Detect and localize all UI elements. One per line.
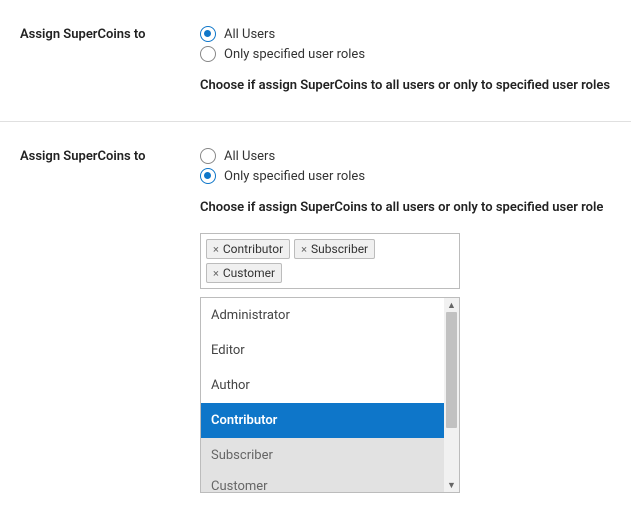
assign-section-all: Assign SuperCoins to All Users Only spec… — [0, 0, 631, 122]
field-label: Assign SuperCoins to — [20, 26, 200, 42]
option-editor[interactable]: Editor — [201, 333, 444, 368]
tag-contributor[interactable]: × Contributor — [206, 239, 290, 259]
radio-label: All Users — [224, 27, 275, 42]
radio-icon — [200, 46, 216, 62]
tag-label: Customer — [223, 266, 275, 280]
radio-label: All Users — [224, 149, 275, 164]
tag-label: Subscriber — [311, 242, 368, 256]
role-multiselect[interactable]: × Contributor × Subscriber × Customer — [200, 233, 460, 289]
radio-label: Only specified user roles — [224, 47, 365, 62]
option-contributor[interactable]: Contributor — [201, 403, 444, 438]
tag-customer[interactable]: × Customer — [206, 263, 282, 283]
scrollbar[interactable]: ▲ ▼ — [444, 298, 459, 492]
radio-all-users[interactable]: All Users — [200, 148, 611, 164]
scroll-down-icon[interactable]: ▼ — [444, 478, 459, 492]
radio-icon — [200, 168, 216, 184]
radio-icon — [200, 148, 216, 164]
option-customer[interactable]: Customer — [201, 473, 444, 492]
help-text: Choose if assign SuperCoins to all users… — [200, 78, 611, 93]
radio-icon — [200, 26, 216, 42]
radio-all-users[interactable]: All Users — [200, 26, 611, 42]
radio-specified-roles[interactable]: Only specified user roles — [200, 168, 611, 184]
radio-label: Only specified user roles — [224, 169, 365, 184]
remove-tag-icon[interactable]: × — [213, 268, 219, 279]
option-subscriber[interactable]: Subscriber — [201, 438, 444, 473]
assign-section-roles: Assign SuperCoins to All Users Only spec… — [0, 122, 631, 521]
option-author[interactable]: Author — [201, 368, 444, 403]
remove-tag-icon[interactable]: × — [213, 244, 219, 255]
role-dropdown: Administrator Editor Author Contributor … — [200, 297, 460, 493]
help-text: Choose if assign SuperCoins to all users… — [200, 200, 611, 215]
scroll-thumb[interactable] — [446, 312, 457, 428]
field-label: Assign SuperCoins to — [20, 148, 200, 164]
radio-specified-roles[interactable]: Only specified user roles — [200, 46, 611, 62]
scroll-up-icon[interactable]: ▲ — [444, 298, 459, 312]
remove-tag-icon[interactable]: × — [301, 244, 307, 255]
tag-label: Contributor — [223, 242, 283, 256]
option-administrator[interactable]: Administrator — [201, 298, 444, 333]
tag-subscriber[interactable]: × Subscriber — [294, 239, 375, 259]
scroll-track[interactable] — [444, 312, 459, 478]
